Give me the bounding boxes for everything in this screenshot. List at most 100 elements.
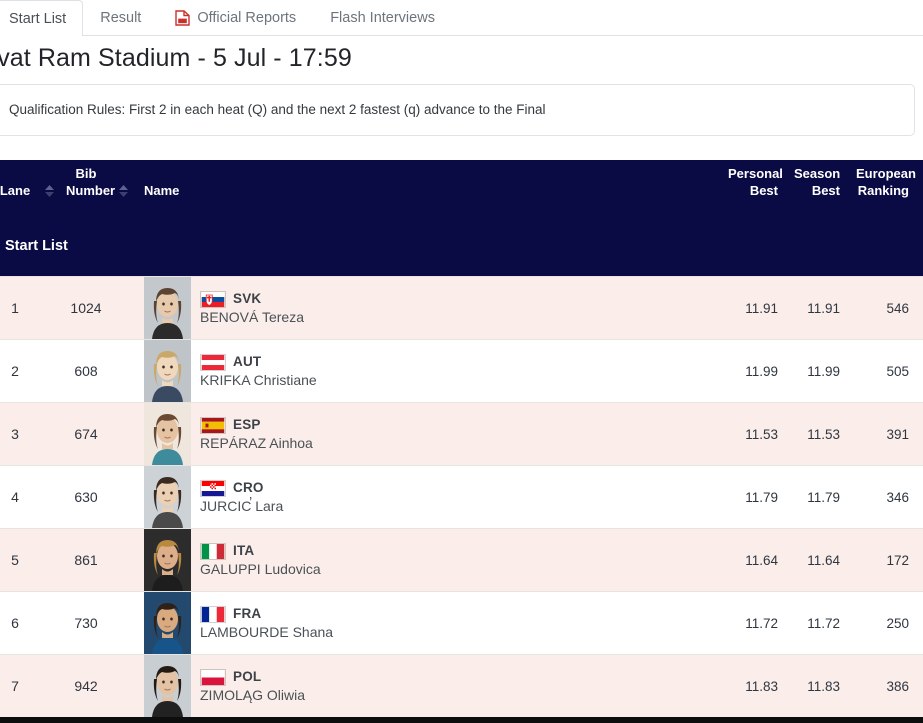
athlete-name: LAMBOURDE Shana xyxy=(200,623,334,640)
table-row[interactable]: 2 608 AUT KRIFKA Christiane 11.99 11.99 505 xyxy=(0,339,923,404)
cell-bib-number: 608 xyxy=(60,339,112,404)
cell-bib-spacer xyxy=(112,465,134,530)
cell-bib-number: 861 xyxy=(60,528,112,593)
cell-personal-best: 11.99 xyxy=(722,339,788,404)
athlete-entry[interactable]: AUT KRIFKA Christiane xyxy=(144,340,722,403)
tab-official-reports[interactable]: Official Reports xyxy=(158,0,313,35)
cell-spacer xyxy=(918,654,923,719)
table-row[interactable]: 7 942 POL ZIMOLĄG Oliwia 11.83 11.83 386 xyxy=(0,654,923,719)
cell-spacer xyxy=(918,465,923,530)
athlete-portrait-image xyxy=(144,403,191,466)
table-caption: Start List xyxy=(0,214,923,277)
cell-european-ranking: 386 xyxy=(850,654,918,719)
cell-lane: 3 xyxy=(0,402,38,467)
column-header-season-best-label: Season Best xyxy=(794,166,841,198)
table-row[interactable]: 3 674 ESP REPÁRAZ Ainhoa 11.53 11.53 391 xyxy=(0,402,923,467)
cell-season-best: 11.99 xyxy=(788,339,850,404)
athlete-entry[interactable]: ESP REPÁRAZ Ainhoa xyxy=(144,403,722,466)
tab-bar: Start List Result Official Reports Flash… xyxy=(0,0,923,36)
column-header-lane-label: Lane xyxy=(0,182,31,198)
athlete-name: JURCIC̕ Lara xyxy=(200,497,284,514)
cell-season-best: 11.72 xyxy=(788,591,850,656)
cell-lane: 6 xyxy=(0,591,38,656)
flag-icon-svk xyxy=(200,290,226,308)
athlete-text: POL ZIMOLĄG Oliwia xyxy=(200,668,305,705)
cell-lane-spacer xyxy=(38,402,60,467)
tab-label: Official Reports xyxy=(197,10,297,26)
column-header-spacer xyxy=(918,160,923,215)
column-header-lane[interactable]: Lane xyxy=(0,160,38,215)
athlete-portrait-image xyxy=(144,655,191,718)
table-row[interactable]: 1 1024 SVK BENOVÁ Tereza 11.91 11.91 546 xyxy=(0,276,923,341)
athlete-portrait-image xyxy=(144,529,191,592)
athlete-text: CRO JURCIC̕ Lara xyxy=(200,479,284,516)
athlete-country-line: POL xyxy=(200,668,305,686)
table-row[interactable]: 5 861 ITA GALUPPI Ludovica 11.64 11.64 172 xyxy=(0,528,923,593)
athlete-portrait-image xyxy=(144,466,191,529)
cell-bib-spacer xyxy=(112,339,134,404)
flag-icon-esp xyxy=(200,416,226,434)
tab-start-list[interactable]: Start List xyxy=(0,0,84,36)
cell-personal-best: 11.79 xyxy=(722,465,788,530)
cell-bib-spacer xyxy=(112,528,134,593)
table-row[interactable]: 6 730 FRA LAMBOURDE Shana 11.72 11.72 250 xyxy=(0,591,923,656)
qualification-rules-text: Qualification Rules: First 2 in each hea… xyxy=(9,101,546,117)
cell-bib-number: 730 xyxy=(60,591,112,656)
athlete-name: REPÁRAZ Ainhoa xyxy=(200,434,313,451)
cell-personal-best: 11.83 xyxy=(722,654,788,719)
cell-season-best: 11.83 xyxy=(788,654,850,719)
cell-name: FRA LAMBOURDE Shana xyxy=(134,591,722,656)
tab-flash-interviews[interactable]: Flash Interviews xyxy=(313,0,452,35)
cell-lane-spacer xyxy=(38,276,60,341)
athlete-text: AUT KRIFKA Christiane xyxy=(200,353,317,390)
athlete-country-line: CRO xyxy=(200,479,283,497)
cell-european-ranking: 250 xyxy=(850,591,918,656)
athlete-entry[interactable]: FRA LAMBOURDE Shana xyxy=(144,592,722,655)
start-list-table: Start List Lane Bib Number Name Personal… xyxy=(0,160,923,723)
athlete-portrait-image xyxy=(144,340,191,403)
column-header-season-best[interactable]: Season Best xyxy=(788,160,850,215)
cell-name: AUT KRIFKA Christiane xyxy=(134,339,722,404)
tab-result[interactable]: Result xyxy=(83,0,158,35)
athlete-entry[interactable]: CRO JURCIC̕ Lara xyxy=(144,466,722,529)
cell-spacer xyxy=(918,276,923,341)
table-row[interactable]: 4 630 CRO JURCIC̕ Lara 11.79 11.79 346 xyxy=(0,465,923,530)
athlete-country-line: ESP xyxy=(200,416,313,434)
cell-lane: 5 xyxy=(0,528,38,593)
cell-bib-spacer xyxy=(112,402,134,467)
cell-lane-spacer xyxy=(38,654,60,719)
flag-icon-ita xyxy=(200,542,226,560)
column-header-name-label: Name xyxy=(144,182,180,198)
cell-lane: 7 xyxy=(0,654,38,719)
column-header-personal-best[interactable]: Personal Best xyxy=(722,160,788,215)
tab-label: Flash Interviews xyxy=(330,10,435,26)
cell-european-ranking: 172 xyxy=(850,528,918,593)
athlete-country-line: AUT xyxy=(200,353,317,371)
start-list-table-wrap: Start List Lane Bib Number Name Personal… xyxy=(0,160,923,723)
bottom-bar xyxy=(0,717,923,723)
cell-lane-spacer xyxy=(38,528,60,593)
athlete-country-line: ITA xyxy=(200,542,321,560)
cell-personal-best: 11.91 xyxy=(722,276,788,341)
athlete-text: ITA GALUPPI Ludovica xyxy=(200,542,321,579)
column-header-european-ranking[interactable]: European Ranking xyxy=(850,160,918,215)
cell-european-ranking: 391 xyxy=(850,402,918,467)
cell-bib-spacer xyxy=(112,654,134,719)
athlete-entry[interactable]: SVK BENOVÁ Tereza xyxy=(144,277,722,340)
column-header-bib-number[interactable]: Bib Number xyxy=(60,160,115,215)
sort-toggle-bib-number[interactable] xyxy=(112,160,134,215)
cell-spacer xyxy=(918,402,923,467)
cell-lane: 2 xyxy=(0,339,38,404)
column-header-name[interactable]: Name xyxy=(134,160,722,215)
cell-name: ESP REPÁRAZ Ainhoa xyxy=(134,402,722,467)
column-header-european-ranking-label: European Ranking xyxy=(856,166,916,198)
athlete-entry[interactable]: POL ZIMOLĄG Oliwia xyxy=(144,655,722,718)
cell-lane-spacer xyxy=(38,465,60,530)
cell-european-ranking: 346 xyxy=(850,465,918,530)
athlete-country-code: ESP xyxy=(233,416,261,432)
sort-toggle-lane[interactable] xyxy=(38,160,60,215)
athlete-entry[interactable]: ITA GALUPPI Ludovica xyxy=(144,529,722,592)
cell-personal-best: 11.72 xyxy=(722,591,788,656)
cell-spacer xyxy=(918,339,923,404)
pdf-icon xyxy=(175,10,191,26)
